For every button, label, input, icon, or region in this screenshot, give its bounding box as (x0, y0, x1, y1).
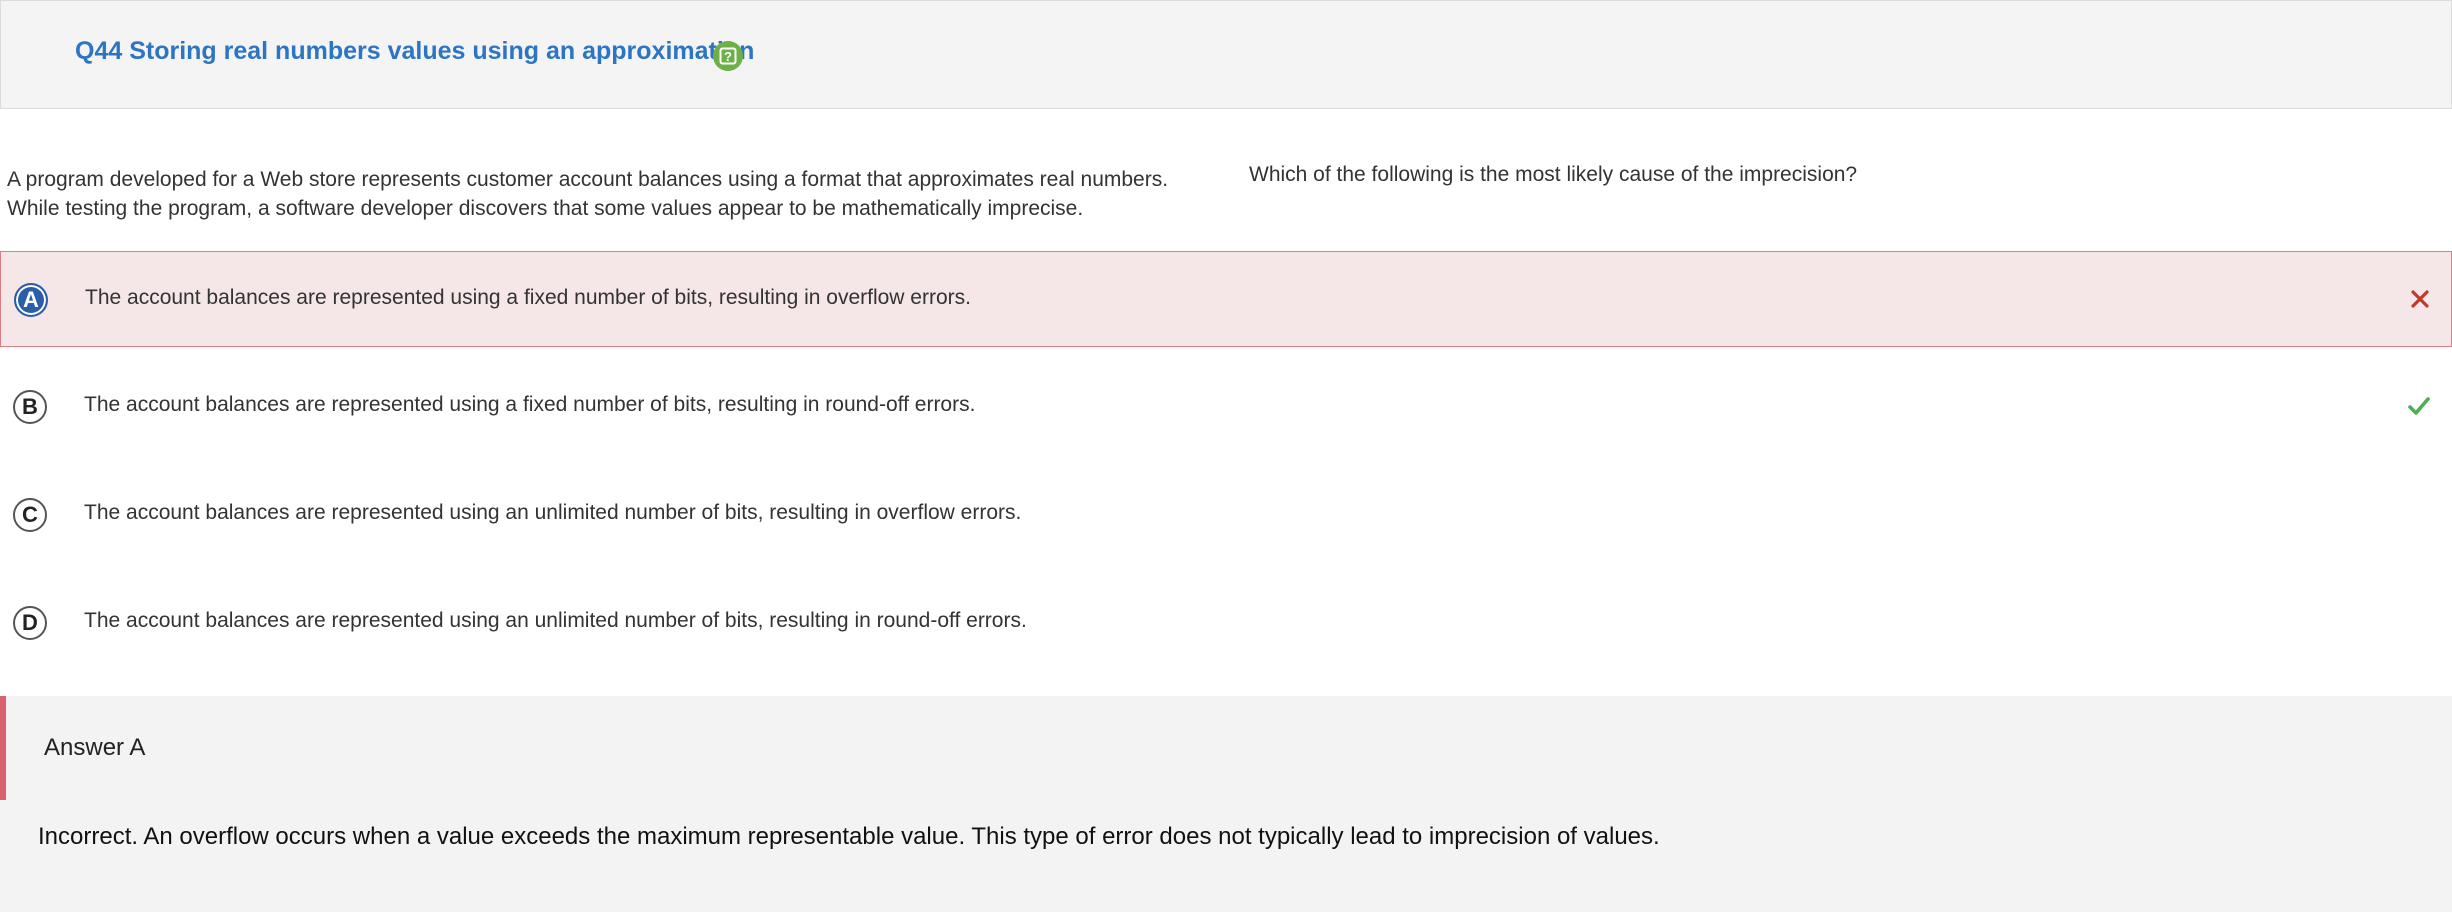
answer-title: Answer A (44, 734, 146, 761)
stem-line-2: While testing the program, a software de… (7, 197, 1084, 220)
question-header: Q44 Storing real numbers values using an… (0, 0, 2452, 109)
answer-option-a[interactable]: A The account balances are represented u… (0, 251, 2452, 347)
question-title: Q44 Storing real numbers values using an… (75, 37, 755, 65)
option-letter-b[interactable]: B (13, 390, 47, 424)
answer-explanation: Incorrect. An overflow occurs when a val… (38, 823, 1660, 850)
close-icon (2405, 284, 2435, 314)
option-letter-a[interactable]: A (14, 283, 48, 317)
option-text-b: The account balances are represented usi… (84, 393, 976, 416)
question-mark-icon[interactable]: ? (713, 41, 743, 71)
question-prompt: Which of the following is the most likel… (1249, 163, 1858, 186)
svg-text:?: ? (724, 49, 732, 64)
answer-option-d[interactable]: D The account balances are represented u… (0, 575, 2452, 671)
option-text-a: The account balances are represented usi… (85, 286, 971, 309)
answer-option-b[interactable]: B The account balances are represented u… (0, 359, 2452, 455)
option-text-c: The account balances are represented usi… (84, 501, 1022, 524)
option-letter-c[interactable]: C (13, 498, 47, 532)
checkmark-icon (2404, 391, 2434, 421)
option-text-d: The account balances are represented usi… (84, 609, 1027, 632)
answer-feedback-panel: Answer A Incorrect. An overflow occurs w… (0, 696, 2452, 912)
answer-option-c[interactable]: C The account balances are represented u… (0, 467, 2452, 563)
answer-status-bar (0, 696, 6, 800)
option-letter-d[interactable]: D (13, 606, 47, 640)
question-stem: A program developed for a Web store repr… (7, 165, 1207, 223)
stem-line-1: A program developed for a Web store repr… (7, 168, 1169, 191)
